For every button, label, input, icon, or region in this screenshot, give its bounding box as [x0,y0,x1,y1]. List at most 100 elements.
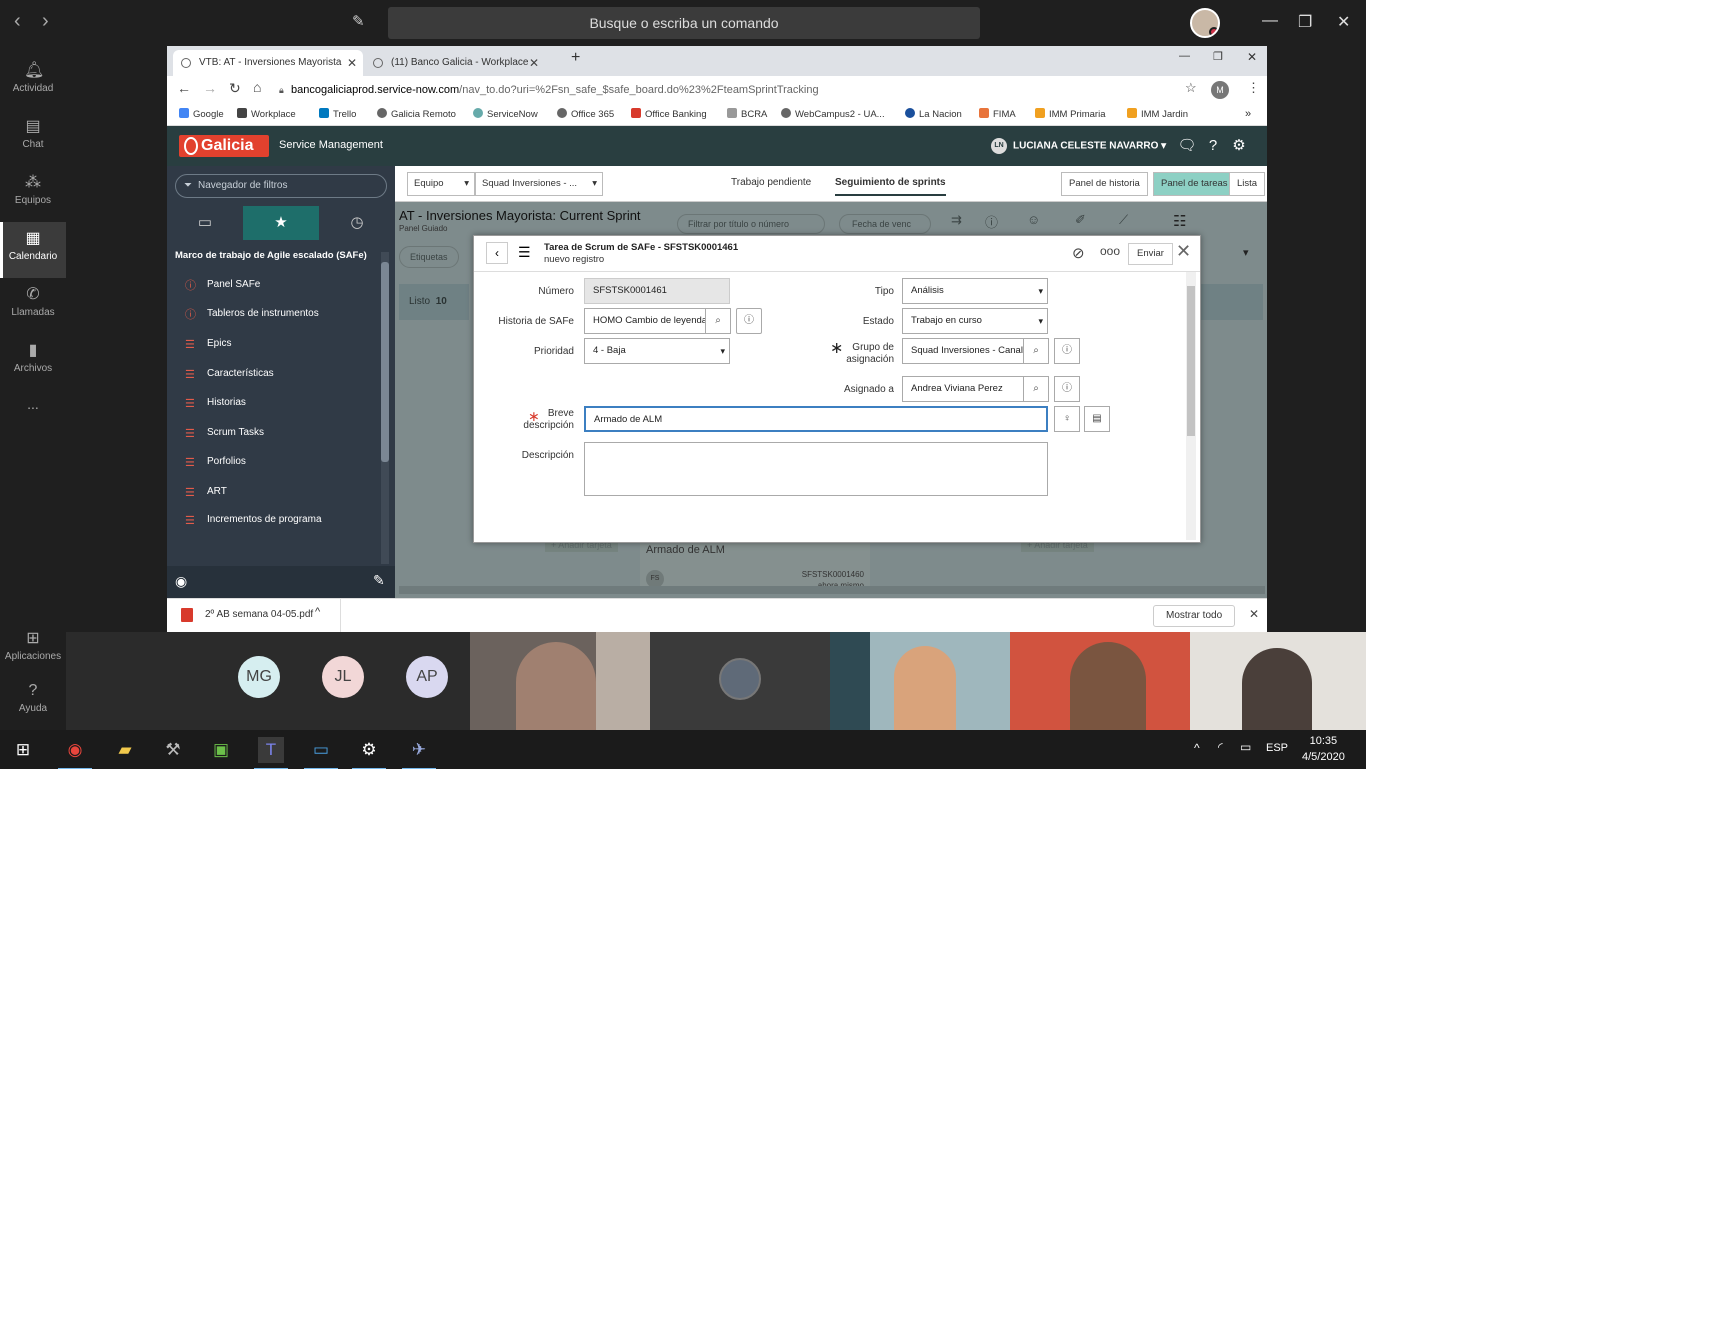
chevron-up-icon[interactable]: ^ [1194,741,1200,755]
teams-icon[interactable]: T [254,737,288,769]
nav-item-scrum-tasks[interactable]: ☰ Scrum Tasks [185,427,385,440]
state-select[interactable]: Trabajo en curso [902,308,1048,334]
search-icon[interactable]: ⌕ [705,308,731,334]
navigator-scroll-thumb[interactable] [381,262,389,462]
bookmark-item[interactable]: Google [179,108,224,120]
download-file-name[interactable]: 2º AB semana 04-05.pdf [205,609,313,620]
participant-tile[interactable] [650,632,830,730]
settings-gear-icon[interactable]: ⚙ [352,737,386,769]
rail-more[interactable]: ... [0,396,66,452]
edit-pencil-icon[interactable]: ✎ [373,572,385,589]
nav-item-portfolios[interactable]: ☰ Porfolios [185,456,385,469]
rail-files[interactable]: ▮ Archivos [0,334,66,390]
close-icon[interactable]: ✕ [1337,12,1350,32]
type-select[interactable]: Análisis [902,278,1048,304]
board-horizontal-scrollbar[interactable] [399,586,1265,594]
reload-icon[interactable]: ↻ [229,80,241,97]
task-board-button[interactable]: Panel de tareas [1153,172,1236,196]
url-field[interactable]: 🔒︎ bancogaliciaprod.service-now.com/nav_t… [279,80,1179,100]
teams-search-input[interactable]: Busque o escriba un comando [388,7,980,39]
paperclip-icon[interactable]: ⊘ [1072,244,1085,262]
nav-item-dashboards[interactable]: ⓘ Tableros de instrumentos [185,308,385,321]
nav-module-heading[interactable]: Marco de trabajo de Agile escalado (SAFe… [175,250,385,261]
assigned-to-field[interactable]: Andrea Viviana Perez [902,376,1024,402]
menu-kebab-icon[interactable]: ⋮ [1247,80,1260,96]
back-icon[interactable]: ‹ [14,10,21,33]
forward-icon[interactable]: › [42,10,49,33]
tab-sprint-tracking[interactable]: Seguimiento de sprints [835,177,946,196]
wifi-icon[interactable]: ◜ [1218,740,1223,754]
close-tab-icon[interactable]: ✕ [529,50,539,76]
search-icon[interactable]: ⌕ [1023,338,1049,364]
bookmark-item[interactable]: Office 365 [557,108,614,120]
nav-item-panel-safe[interactable]: ⓘ Panel SAFe [185,279,385,292]
bookmark-item[interactable]: Galicia Remoto [377,108,456,120]
bookmark-item[interactable]: BCRA [727,108,767,120]
nav-item-epics[interactable]: ☰ Epics [185,338,385,351]
person-icon[interactable]: ☺ [1027,212,1040,227]
bookmark-item[interactable]: IMM Primaria [1035,108,1105,120]
forward-icon[interactable]: → [203,80,217,96]
due-date-filter[interactable]: Fecha de venc [839,214,931,234]
search-icon[interactable]: ⌕ [1023,376,1049,402]
info-icon[interactable]: ⓘ [1054,338,1080,364]
collapse-icon[interactable]: ◉ [175,573,187,590]
app-icon[interactable]: ✈ [402,737,436,769]
swimlane-icon[interactable]: ⇉ [951,212,962,228]
story-board-button[interactable]: Panel de historia [1061,172,1148,196]
browser-tab[interactable]: (11) Banco Galicia - Workplace ✕ [365,50,545,76]
nav-item-art[interactable]: ☰ ART [185,486,385,499]
team-type-select[interactable]: Equipo ▾ [407,172,475,196]
safe-story-field[interactable]: HOMO Cambio de leyenda [584,308,706,334]
bookmark-item[interactable]: Workplace [237,108,296,120]
windows-start-icon[interactable]: ⊞ [10,737,36,763]
minimize-icon[interactable]: — [1179,50,1190,62]
description-textarea[interactable] [584,442,1048,496]
tags-filter[interactable]: Etiquetas [399,246,459,268]
bookmark-star-icon[interactable]: ☆ [1185,80,1197,96]
bookmark-item[interactable]: Office Banking [631,108,707,120]
gear-icon[interactable]: ⚙ [1229,136,1249,156]
galicia-logo[interactable]: Galicia [179,135,269,157]
remote-desktop-icon[interactable]: ▭ [304,737,338,769]
chevron-up-icon[interactable]: ^ [315,606,320,618]
nav-item-program-increments[interactable]: ☰ Incrementos de programa [185,514,385,524]
tab-favorites[interactable]: ★ [243,206,319,240]
rail-calls[interactable]: ✆ Llamadas [0,278,66,334]
avatar[interactable]: JL [322,656,364,698]
bookmark-item[interactable]: La Nacion [905,108,962,120]
info-icon[interactable]: ⓘ [1054,376,1080,402]
rail-help[interactable]: ? Ayuda [0,674,66,730]
rail-calendar[interactable]: ▦ Calendario [0,222,66,278]
maximize-icon[interactable]: ❐ [1298,12,1312,32]
short-description-field[interactable]: Armado de ALM [584,406,1048,432]
avatar[interactable]: AP [406,656,448,698]
tab-all-apps[interactable]: ▭ [167,206,243,240]
info-icon[interactable]: ⓘ [736,308,762,334]
bookmark-item[interactable]: Trello [319,108,356,120]
settings-sliders-icon[interactable]: ☷ [1173,212,1186,230]
team-select[interactable]: Squad Inversiones - ... ▾ [475,172,603,196]
close-tab-icon[interactable]: ✕ [347,50,357,76]
tab-backlog[interactable]: Trabajo pendiente [731,177,811,188]
chrome-icon[interactable]: ◉ [58,737,92,769]
more-options-icon[interactable]: ooo [1100,244,1120,258]
rail-apps[interactable]: ⊞ Aplicaciones [0,622,66,678]
lightbulb-icon[interactable]: ♀ [1054,406,1080,432]
rail-activity[interactable]: 🔔︎ Actividad [0,54,66,110]
nav-item-stories[interactable]: ☰ Historias [185,397,385,410]
participant-video[interactable] [1190,632,1366,730]
new-tab-icon[interactable]: + [571,49,580,67]
bookmark-item[interactable]: FIMA [979,108,1016,120]
bookmark-item[interactable]: ServiceNow [473,108,538,120]
close-icon[interactable]: ✕ [1176,241,1191,262]
minimize-icon[interactable]: — [1262,12,1278,30]
avatar[interactable]: MG [238,656,280,698]
home-icon[interactable]: ⌂ [253,79,261,95]
bookmark-item[interactable]: WebCampus2 - UA... [781,108,885,120]
compose-icon[interactable]: ✎ [352,12,365,30]
back-icon[interactable]: ← [177,80,191,96]
participant-video[interactable] [830,632,1010,730]
list-view-button[interactable]: Lista [1229,172,1266,196]
filter-navigator-input[interactable]: ⏷ Navegador de filtros [175,174,387,198]
